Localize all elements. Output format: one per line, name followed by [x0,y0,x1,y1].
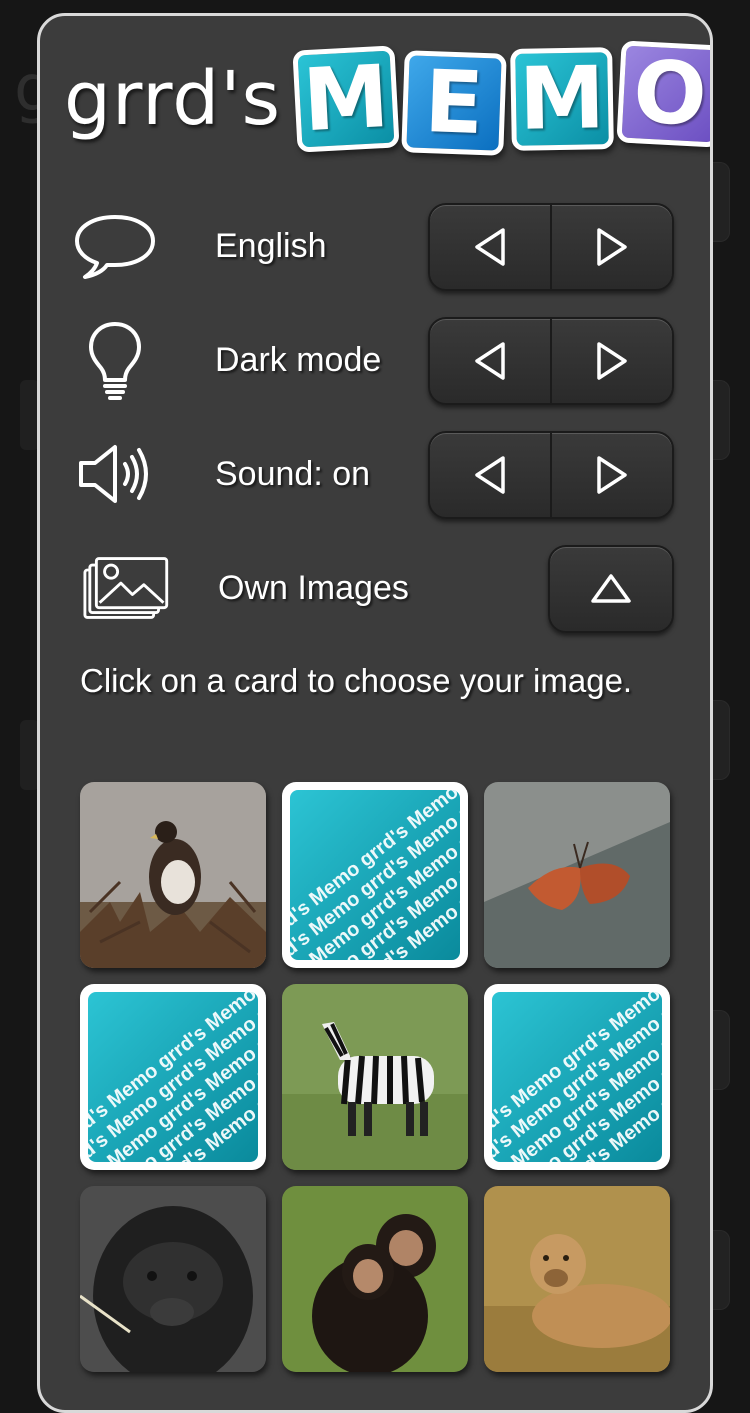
butterfly-image [484,782,670,968]
language-label: English [215,227,327,265]
dark-mode-next-button[interactable] [550,319,672,403]
dark-mode-selector [428,317,674,405]
setting-language: English [40,203,710,291]
sound-selector [428,431,674,519]
card-gorilla[interactable] [80,1186,266,1372]
triangle-right-icon [597,456,627,494]
setting-own-images: Own Images [40,545,710,633]
gorilla-image [80,1186,266,1372]
dark-mode-label: Dark mode [215,341,382,379]
speaker-icon [70,431,160,517]
card-chimpanzees[interactable] [282,1186,468,1372]
card-lioness[interactable] [484,1186,670,1372]
card-back[interactable]: grrd's Memo grrd's Memo grrd's grrd's Me… [484,984,670,1170]
sound-prev-button[interactable] [430,433,550,517]
card-butterfly[interactable] [484,782,670,968]
card-eagle[interactable] [80,782,266,968]
eagle-image [80,782,266,968]
setting-sound: Sound: on [40,431,710,519]
card-zebra[interactable] [282,984,468,1170]
lightbulb-icon [70,317,160,403]
images-icon [80,545,170,631]
lioness-image [484,1186,670,1372]
own-images-collapse-button[interactable] [548,545,674,633]
chimpanzees-image [282,1186,468,1372]
card-back[interactable]: grrd's Memo grrd's Memo grrd's grrd's Me… [282,782,468,968]
app-logo: grrd's M E M O [64,40,710,156]
own-images-label: Own Images [218,569,409,607]
logo-tile-e: E [401,50,507,156]
logo-tile-o: O [616,40,710,148]
settings-panel: grrd's M E M O English Dark mode Sound: … [37,13,713,1413]
logo-prefix: grrd's [64,56,282,142]
language-prev-button[interactable] [430,205,550,289]
sound-next-button[interactable] [550,433,672,517]
zebra-image [282,984,468,1170]
speech-bubble-icon [70,203,160,289]
sound-label: Sound: on [215,455,371,493]
language-next-button[interactable] [550,205,672,289]
triangle-left-icon [475,228,505,266]
setting-dark-mode: Dark mode [40,317,710,405]
triangle-up-icon [591,574,631,603]
triangle-right-icon [597,342,627,380]
triangle-right-icon [597,228,627,266]
card-back[interactable]: grrd's Memo grrd's Memo grrd's grrd's Me… [80,984,266,1170]
logo-tile-m: M [292,45,400,153]
triangle-left-icon [475,342,505,380]
dark-mode-prev-button[interactable] [430,319,550,403]
language-selector [428,203,674,291]
logo-tile-m: M [510,47,614,151]
instruction-text: Click on a card to choose your image. [80,662,633,699]
triangle-left-icon [475,456,505,494]
